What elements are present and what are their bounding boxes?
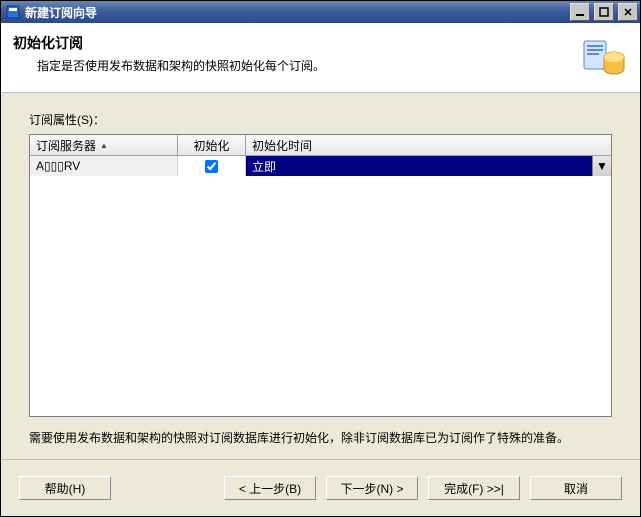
cell-init-time[interactable]: 立即 ▼	[246, 156, 611, 176]
subscription-props-label: 订阅属性(S)：	[29, 111, 612, 128]
next-button[interactable]: 下一步(N) >	[326, 476, 418, 500]
footer-note: 需要使用发布数据和架构的快照对订阅数据库进行初始化，除非订阅数据库已为订阅作了特…	[29, 429, 612, 447]
window-title: 新建订阅向导	[25, 4, 568, 21]
minimize-button[interactable]	[570, 3, 590, 21]
back-button[interactable]: < 上一步(B)	[224, 476, 316, 500]
cancel-button[interactable]: 取消	[530, 476, 622, 500]
wizard-header: 初始化订阅 指定是否使用发布数据和架构的快照初始化每个订阅。	[1, 23, 640, 93]
maximize-button[interactable]	[594, 3, 614, 21]
dropdown-button[interactable]: ▼	[592, 156, 611, 176]
wizard-icon	[580, 33, 628, 81]
cell-init	[178, 156, 246, 176]
col-header-init[interactable]: 初始化	[178, 135, 246, 155]
wizard-window: 新建订阅向导 初始化订阅 指定是否使用发布数据和架构的快照初始化每个订阅。 订阅…	[0, 0, 641, 517]
table-row: A▯▯▯RV 立即 ▼	[30, 156, 611, 176]
col-header-init-time-label: 初始化时间	[252, 137, 312, 154]
grid-header: 订阅服务器 ▲ 初始化 初始化时间	[30, 135, 611, 156]
init-time-selected: 立即	[246, 158, 592, 175]
wizard-body: 订阅属性(S)： 订阅服务器 ▲ 初始化 初始化时间 A▯▯▯RV	[1, 93, 640, 459]
cell-server: A▯▯▯RV	[30, 156, 178, 176]
window-buttons	[568, 3, 640, 21]
close-button[interactable]	[618, 3, 638, 21]
header-title: 初始化订阅	[13, 33, 580, 53]
titlebar: 新建订阅向导	[1, 1, 640, 23]
col-header-init-label: 初始化	[193, 137, 229, 154]
wizard-footer: 帮助(H) < 上一步(B) 下一步(N) > 完成(F) >>| 取消	[1, 459, 640, 516]
col-header-server-label: 订阅服务器	[36, 137, 96, 154]
finish-button[interactable]: 完成(F) >>|	[428, 476, 520, 500]
app-icon	[5, 4, 21, 20]
header-description: 指定是否使用发布数据和架构的快照初始化每个订阅。	[13, 57, 580, 74]
help-button[interactable]: 帮助(H)	[19, 476, 111, 500]
col-header-server[interactable]: 订阅服务器 ▲	[30, 135, 178, 155]
chevron-down-icon: ▼	[596, 159, 608, 173]
subscription-grid: 订阅服务器 ▲ 初始化 初始化时间 A▯▯▯RV 立即 ▼	[29, 134, 612, 417]
sort-asc-icon: ▲	[100, 141, 108, 150]
init-checkbox[interactable]	[205, 160, 218, 173]
grid-empty-area	[30, 176, 611, 416]
col-header-init-time[interactable]: 初始化时间	[246, 135, 611, 155]
